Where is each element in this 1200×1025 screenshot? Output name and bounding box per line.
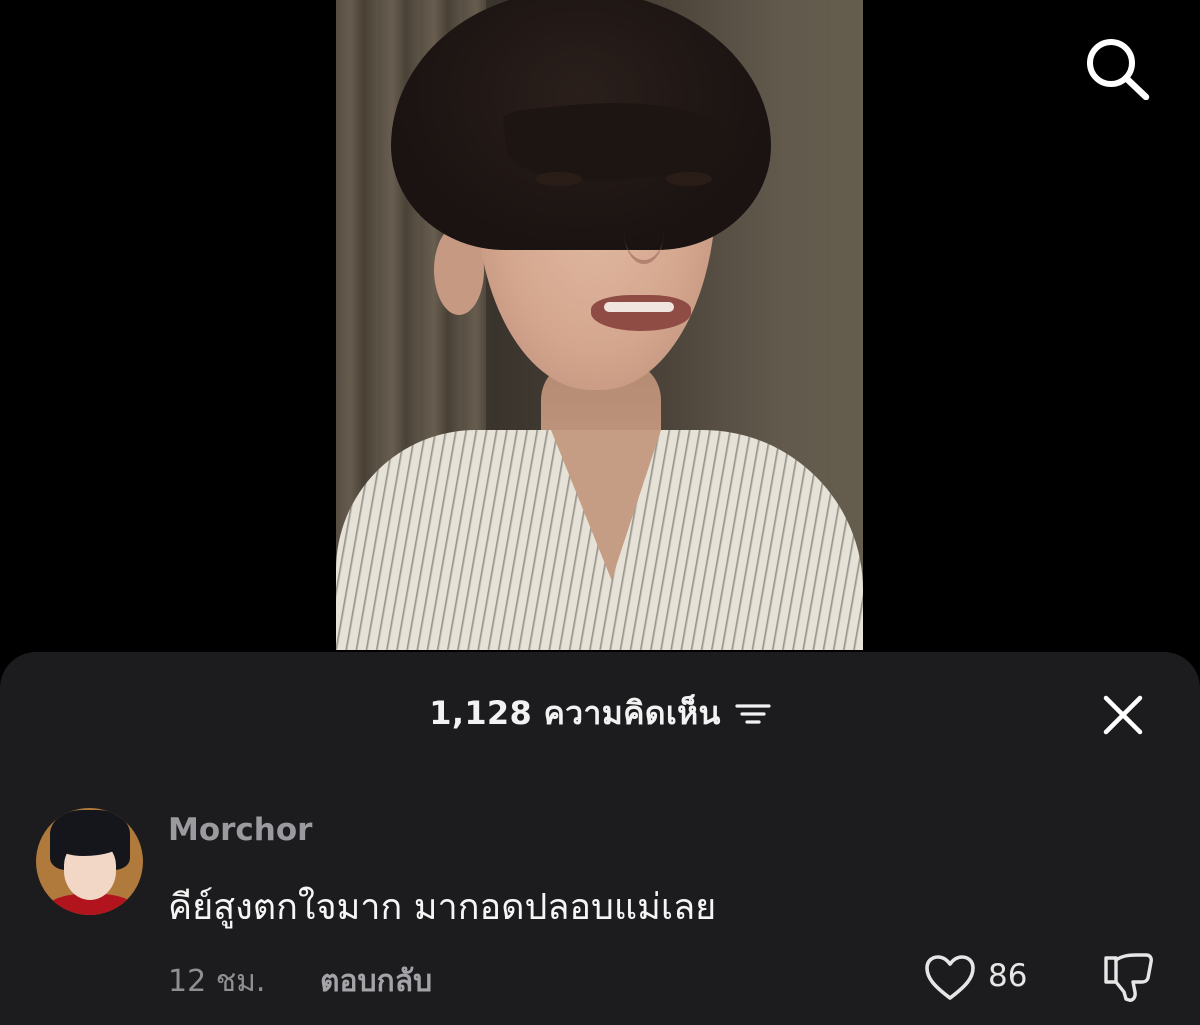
video-comments-screen: 1,128 ความคิดเห็น Morchor คีย์สูงตกใจมาก… [0,0,1200,1025]
avatar[interactable] [36,808,143,915]
comment-item: Morchor คีย์สูงตกใจมาก มากอดปลอบแม่เลย 1… [36,808,1166,1008]
dislike-button[interactable] [1102,952,1156,1004]
video-player[interactable] [336,0,863,650]
comments-count-title: 1,128 ความคิดเห็น [429,694,721,732]
reply-button[interactable]: ตอบกลับ [320,958,432,1005]
comment-timestamp: 12 ชม. [168,964,266,999]
sort-lines-icon[interactable] [735,701,771,727]
search-icon [1087,39,1150,101]
thumbs-down-icon [1104,953,1153,1002]
comment-text: คีย์สูงตกใจมาก มากอดปลอบแม่เลย [168,887,717,928]
search-button[interactable] [1084,36,1152,101]
close-icon [1103,695,1143,735]
close-button[interactable] [1100,692,1146,738]
heart-icon [925,955,975,1000]
like-button[interactable] [924,954,976,1002]
like-count: 86 [988,958,1028,994]
comments-sheet: 1,128 ความคิดเห็น Morchor คีย์สูงตกใจมาก… [0,652,1200,1025]
comments-header: 1,128 ความคิดเห็น [0,652,1200,770]
comment-username[interactable]: Morchor [168,812,312,848]
